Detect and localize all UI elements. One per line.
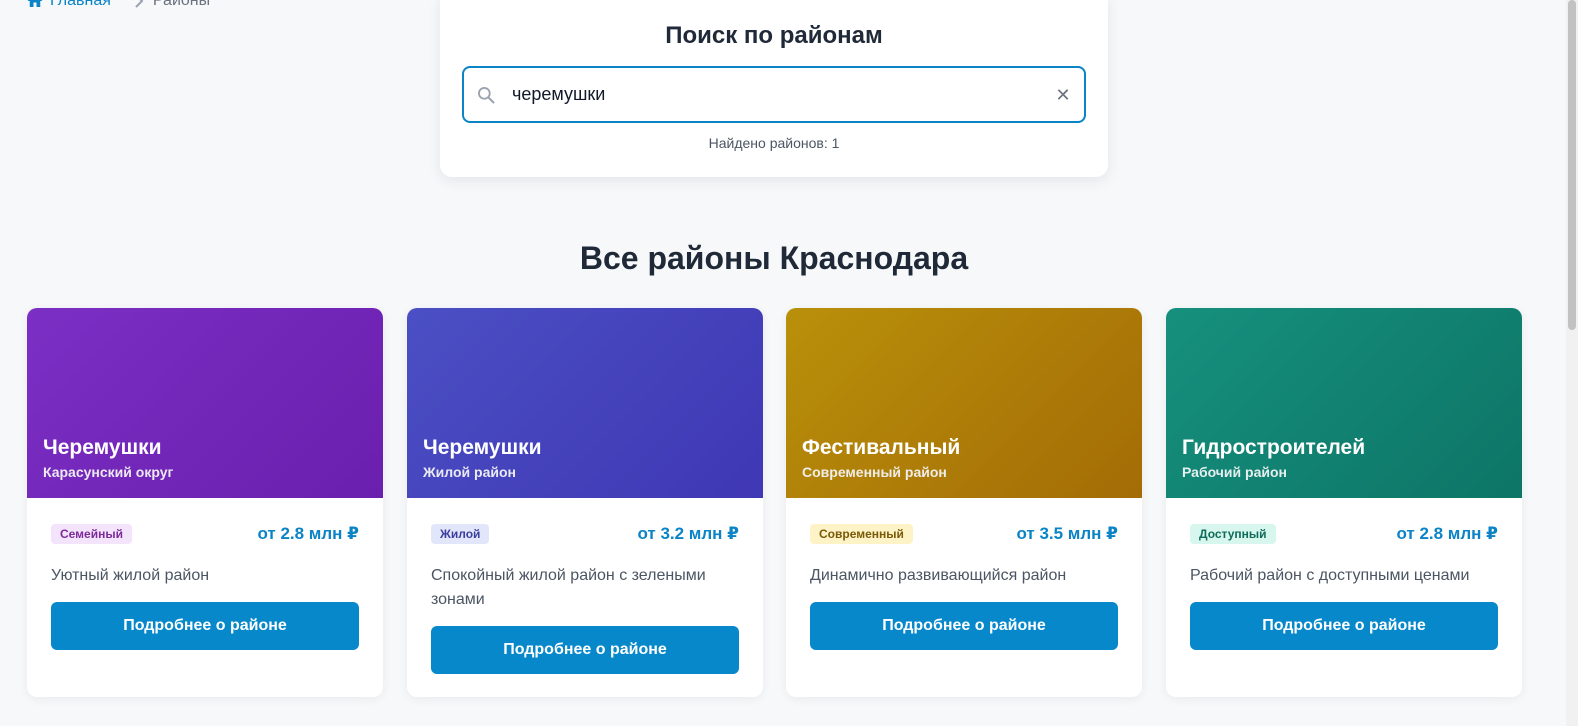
district-card: Гидростроителей Рабочий район Доступный от … bbox=[1166, 308, 1522, 697]
district-name: Гидростроителей bbox=[1182, 436, 1366, 459]
district-name: Черемушки bbox=[43, 436, 162, 459]
district-details-button[interactable]: Подробнее о районе bbox=[51, 602, 359, 650]
district-price: от 2.8 млн ₽ bbox=[257, 524, 359, 543]
district-price: от 2.8 млн ₽ bbox=[1396, 524, 1498, 543]
breadcrumb-home-label: Главная bbox=[50, 0, 111, 9]
district-subtitle: Современный район bbox=[802, 464, 947, 480]
search-icon bbox=[478, 87, 495, 104]
search-input[interactable] bbox=[512, 68, 1052, 121]
district-description: Динамично развивающийся район bbox=[810, 567, 1067, 584]
district-card: Черемушки Карасунский округ Семейный от 2.8… bbox=[27, 308, 383, 697]
district-card: Фестивальный Современный район Современный… bbox=[786, 308, 1142, 697]
district-description: Спокойный жилой район с зелеными зонами bbox=[431, 567, 706, 608]
district-tag: Доступный bbox=[1190, 524, 1276, 544]
district-description: Уютный жилой район bbox=[51, 567, 210, 584]
district-name: Фестивальный bbox=[802, 436, 961, 459]
district-price: от 3.5 млн ₽ bbox=[1016, 524, 1118, 543]
district-details-button[interactable]: Подробнее о районе bbox=[810, 602, 1118, 650]
search-panel: Поиск по районам ✕ Найдено районов: 1 bbox=[440, 0, 1108, 177]
district-description: Рабочий район с доступными ценами bbox=[1190, 567, 1470, 584]
chevron-right-icon bbox=[133, 0, 145, 8]
breadcrumb-home-link[interactable]: Главная bbox=[26, 0, 111, 10]
search-box[interactable]: ✕ bbox=[462, 66, 1086, 123]
district-details-button[interactable]: Подробнее о районе bbox=[431, 626, 739, 674]
search-result-count: Найдено районов: 1 bbox=[708, 135, 840, 151]
district-subtitle: Карасунский округ bbox=[43, 464, 174, 480]
district-price: от 3.2 млн ₽ bbox=[637, 524, 739, 543]
search-title: Поиск по районам bbox=[665, 22, 883, 49]
scrollbar[interactable] bbox=[1566, 0, 1578, 726]
district-name: Черемушки bbox=[423, 436, 542, 459]
district-tag: Жилой bbox=[431, 524, 490, 544]
scrollbar-thumb[interactable] bbox=[1568, 0, 1576, 330]
district-details-button[interactable]: Подробнее о районе bbox=[1190, 602, 1498, 650]
district-card-hero: Фестивальный Современный район bbox=[786, 308, 1142, 498]
breadcrumb-current: Районы bbox=[152, 0, 211, 9]
district-tag: Семейный bbox=[51, 524, 132, 544]
district-card-hero: Черемушки Карасунский округ bbox=[27, 308, 383, 498]
district-card-hero: Гидростроителей Рабочий район bbox=[1166, 308, 1522, 498]
district-card: Черемушки Жилой район Жилой от 3.2 млн ₽ Спо… bbox=[407, 308, 763, 697]
section-title: Все районы Краснодара bbox=[579, 240, 969, 276]
district-subtitle: Жилой район bbox=[423, 464, 516, 480]
district-card-hero: Черемушки Жилой район bbox=[407, 308, 763, 498]
close-icon[interactable]: ✕ bbox=[1054, 86, 1072, 104]
breadcrumb: Главная Районы bbox=[26, 0, 210, 10]
district-subtitle: Рабочий район bbox=[1182, 464, 1287, 480]
district-tag: Современный bbox=[810, 524, 913, 544]
home-icon bbox=[27, 0, 43, 7]
